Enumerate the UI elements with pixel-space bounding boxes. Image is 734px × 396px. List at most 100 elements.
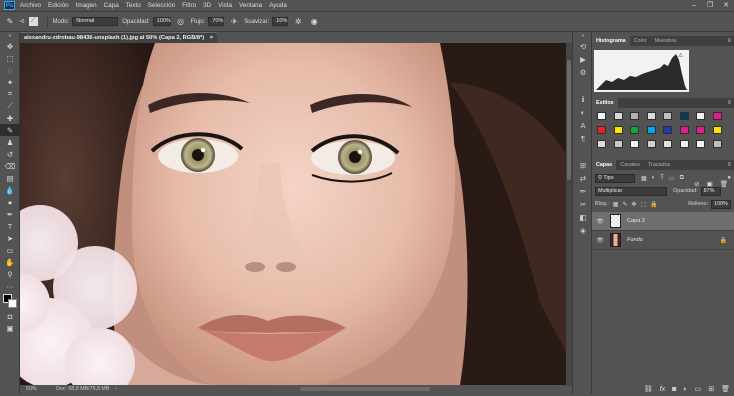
style-swatch[interactable] <box>613 126 623 134</box>
opacity-input[interactable]: 100% <box>152 17 171 26</box>
gradient-tool-icon[interactable]: ▤ <box>0 172 20 184</box>
pen-tool-icon[interactable]: ✒ <box>0 208 20 220</box>
style-swatch[interactable] <box>663 140 672 148</box>
histogram-warning-icon[interactable]: ⚠ <box>678 52 683 59</box>
style-swatch[interactable] <box>663 126 672 134</box>
layer-row-fondo[interactable]: 👁 Fondo 🔒 <box>592 231 734 250</box>
document-canvas[interactable] <box>20 43 572 385</box>
menu-edicion[interactable]: Edición <box>48 2 69 9</box>
smoothing-settings-icon[interactable]: ✲ <box>292 16 304 28</box>
style-swatch[interactable] <box>613 112 623 120</box>
quick-select-tool-icon[interactable]: ✦ <box>0 76 20 88</box>
menu-texto[interactable]: Texto <box>126 2 141 9</box>
layer-visibility-eye-icon[interactable]: 👁 <box>595 237 605 244</box>
eraser-tool-icon[interactable]: ⌫ <box>0 160 20 172</box>
adjustment-icon[interactable]: ◐ <box>683 386 687 393</box>
collapse-panels-icon[interactable]: « <box>573 32 593 40</box>
flow-input[interactable]: 70% <box>208 17 225 26</box>
properties-panel-icon[interactable]: ⚙ <box>573 66 593 79</box>
layers-panel-menu-icon[interactable]: ≡ <box>727 160 731 170</box>
layer-visibility-eye-icon[interactable]: 👁 <box>595 218 605 225</box>
libraries-panel-icon[interactable]: ⊞ <box>573 159 593 172</box>
type-tool-icon[interactable]: T <box>0 220 20 232</box>
style-swatch[interactable] <box>630 112 639 120</box>
brush-preset-picker[interactable]: • 5 <box>20 16 25 28</box>
background-color-swatch[interactable] <box>8 299 17 308</box>
eyedropper-tool-icon[interactable]: ⟋ <box>0 100 20 112</box>
maximize-button[interactable]: ❐ <box>702 0 718 12</box>
style-swatch[interactable] <box>712 112 722 120</box>
trash-icon[interactable]: 🗑 <box>721 385 730 393</box>
healing-brush-tool-icon[interactable]: ✚ <box>0 112 20 124</box>
blur-tool-icon[interactable]: 💧 <box>0 184 20 196</box>
screen-mode-icon[interactable]: ▣ <box>0 322 20 334</box>
actions-panel-icon[interactable]: ▶ <box>573 53 593 66</box>
vertical-scroll-thumb[interactable] <box>567 60 571 180</box>
glyphs-panel-icon[interactable]: ⇄ <box>573 172 593 185</box>
style-swatch[interactable] <box>696 126 705 134</box>
group-icon[interactable]: ▭ <box>695 385 702 393</box>
menu-capa[interactable]: Capa <box>104 2 119 9</box>
tab-color[interactable]: Color <box>630 36 651 46</box>
style-swatch[interactable] <box>630 126 639 134</box>
adjustments-panel-icon[interactable]: ◐ <box>573 106 593 119</box>
fill-input[interactable]: 100% <box>711 199 731 209</box>
style-swatch[interactable] <box>696 140 705 148</box>
brush-tool-icon[interactable]: ✎ <box>4 16 16 28</box>
style-swatch[interactable] <box>646 140 656 148</box>
menu-vista[interactable]: Vista <box>218 2 232 9</box>
styles-panel-menu-icon[interactable]: ≡ <box>727 98 731 108</box>
menu-ventana[interactable]: Ventana <box>239 2 262 9</box>
style-swatch[interactable] <box>630 140 639 148</box>
pressure-size-icon[interactable]: ◉ <box>308 16 320 28</box>
fx-icon[interactable]: fx <box>660 386 665 393</box>
menu-3d[interactable]: 3D <box>203 2 211 9</box>
style-swatch[interactable] <box>597 112 606 120</box>
lock-pixels-icon[interactable]: ✎ <box>622 201 627 208</box>
style-swatch[interactable] <box>696 112 705 120</box>
mode-select[interactable]: Normal <box>72 17 119 26</box>
style-swatch[interactable] <box>712 140 722 148</box>
swatches-panel-icon[interactable]: ◧ <box>573 211 593 224</box>
history-panel-icon[interactable]: ⟲ <box>573 40 593 53</box>
tab-capas[interactable]: Capas <box>592 160 617 170</box>
layer-row-capa-2[interactable]: 👁 Capa 2 <box>592 212 734 231</box>
menu-imagen[interactable]: Imagen <box>76 2 97 9</box>
lasso-tool-icon[interactable]: ◌ <box>0 64 20 76</box>
layer-filter-select[interactable]: ⚲ Tipo <box>595 173 635 183</box>
clone-source-panel-icon[interactable]: ✂ <box>573 198 593 211</box>
lock-artboard-icon[interactable]: ⬚ <box>641 201 647 208</box>
tab-muestras[interactable]: Muestras <box>651 36 681 46</box>
style-swatch[interactable] <box>597 140 606 148</box>
style-swatch[interactable] <box>679 112 689 120</box>
style-swatch[interactable] <box>613 140 623 148</box>
quick-mask-icon[interactable]: ◘ <box>0 310 20 322</box>
crop-tool-icon[interactable]: ⌗ <box>0 88 20 100</box>
brushes-panel-icon[interactable]: ✏ <box>573 185 593 198</box>
style-swatch[interactable] <box>646 126 656 134</box>
status-menu-arrow[interactable]: › <box>115 386 117 392</box>
style-swatch[interactable] <box>679 126 689 134</box>
shape-tool-icon[interactable]: ▭ <box>0 244 20 256</box>
airbrush-icon[interactable]: ✈ <box>228 16 240 28</box>
style-swatch[interactable] <box>712 126 722 134</box>
zoom-level[interactable]: 50% <box>26 386 37 392</box>
brush-settings-icon[interactable]: ⟋ <box>28 17 38 26</box>
clone-stamp-tool-icon[interactable]: ♟ <box>0 136 20 148</box>
layer-name[interactable]: Fondo <box>627 237 643 243</box>
close-document-button[interactable]: × <box>210 35 213 41</box>
layer-opacity-input[interactable]: 87% <box>700 186 721 196</box>
filter-type-icon[interactable]: T <box>660 175 664 181</box>
info-panel-icon[interactable]: ℹ <box>573 93 593 106</box>
dodge-tool-icon[interactable]: ● <box>0 196 20 208</box>
horizontal-scroll-thumb[interactable] <box>300 387 430 391</box>
menu-archivo[interactable]: Archivo <box>20 2 41 9</box>
new-layer-icon[interactable]: ⊞ <box>708 385 714 393</box>
filter-shape-icon[interactable]: ▭ <box>669 175 675 182</box>
smooth-input[interactable]: 10% <box>272 17 289 26</box>
filter-adjustment-icon[interactable]: ◐ <box>652 175 656 181</box>
history-brush-tool-icon[interactable]: ↺ <box>0 148 20 160</box>
path-select-tool-icon[interactable]: ➤ <box>0 232 20 244</box>
tab-canales[interactable]: Canales <box>616 160 644 170</box>
character-panel-icon[interactable]: A <box>573 119 593 132</box>
